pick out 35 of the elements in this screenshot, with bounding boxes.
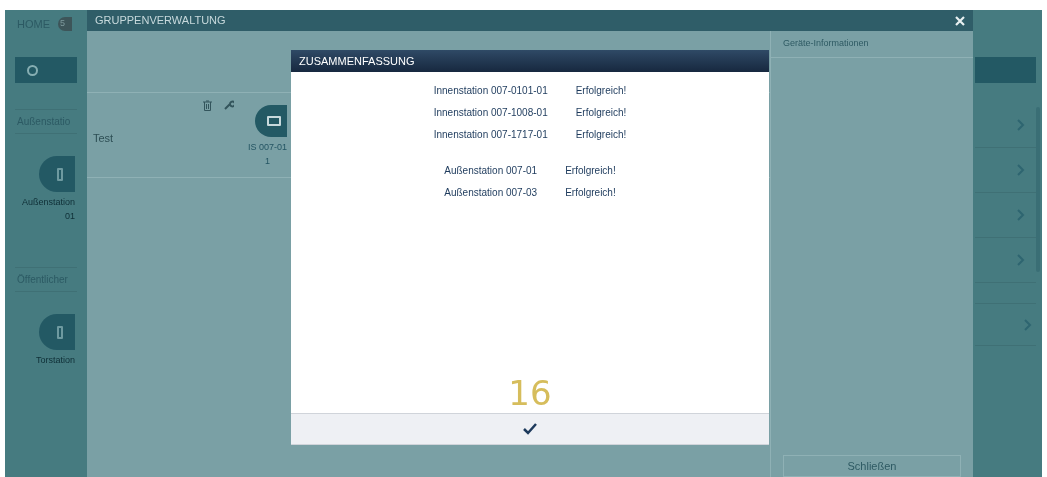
- group-name[interactable]: Test: [93, 130, 203, 177]
- wrench-icon[interactable]: [224, 100, 234, 110]
- monitor-icon[interactable]: [255, 105, 288, 137]
- chevron-right-icon[interactable]: [1017, 164, 1025, 176]
- station-icon[interactable]: [39, 156, 75, 192]
- trash-icon[interactable]: [203, 100, 212, 111]
- countdown-number: 16: [508, 373, 552, 413]
- toolbar-bar: [975, 57, 1036, 83]
- check-icon: [523, 423, 537, 435]
- chevron-right-icon[interactable]: [1017, 254, 1025, 266]
- status-text: Erfolgreich!: [575, 84, 627, 98]
- station-name: Innenstation 007-1008-01: [433, 106, 548, 120]
- close-icon[interactable]: [955, 15, 965, 26]
- window-title: GRUPPENVERWALTUNG: [95, 13, 226, 29]
- chevron-right-icon[interactable]: [1017, 209, 1025, 221]
- device-label: Torstation: [35, 354, 75, 367]
- device-label: IS 007-01: [248, 141, 288, 154]
- panel-title: Geräte-Informationen: [771, 31, 973, 58]
- station-icon[interactable]: [39, 314, 75, 350]
- status-text: Erfolgreich!: [575, 106, 627, 120]
- device-label: 01: [65, 209, 75, 223]
- device-label: Außenstation: [21, 196, 75, 209]
- close-button[interactable]: Schließen: [783, 455, 961, 477]
- status-text: Erfolgreich!: [575, 128, 627, 142]
- status-text: Erfolgreich!: [565, 164, 616, 178]
- station-name: Außenstation 007-01: [444, 164, 538, 178]
- count-badge: 5: [58, 17, 72, 31]
- chevron-right-icon[interactable]: [1017, 119, 1025, 131]
- device-label: 1: [265, 154, 270, 168]
- status-text: Erfolgreich!: [565, 186, 616, 200]
- station-name: Innenstation 007-0101-01: [433, 84, 548, 98]
- dialog-title: ZUSAMMENFASSUNG: [299, 53, 415, 69]
- station-name: Außenstation 007-03: [444, 186, 538, 200]
- chevron-right-icon[interactable]: [1024, 318, 1032, 331]
- station-name: Innenstation 007-1717-01: [433, 128, 548, 142]
